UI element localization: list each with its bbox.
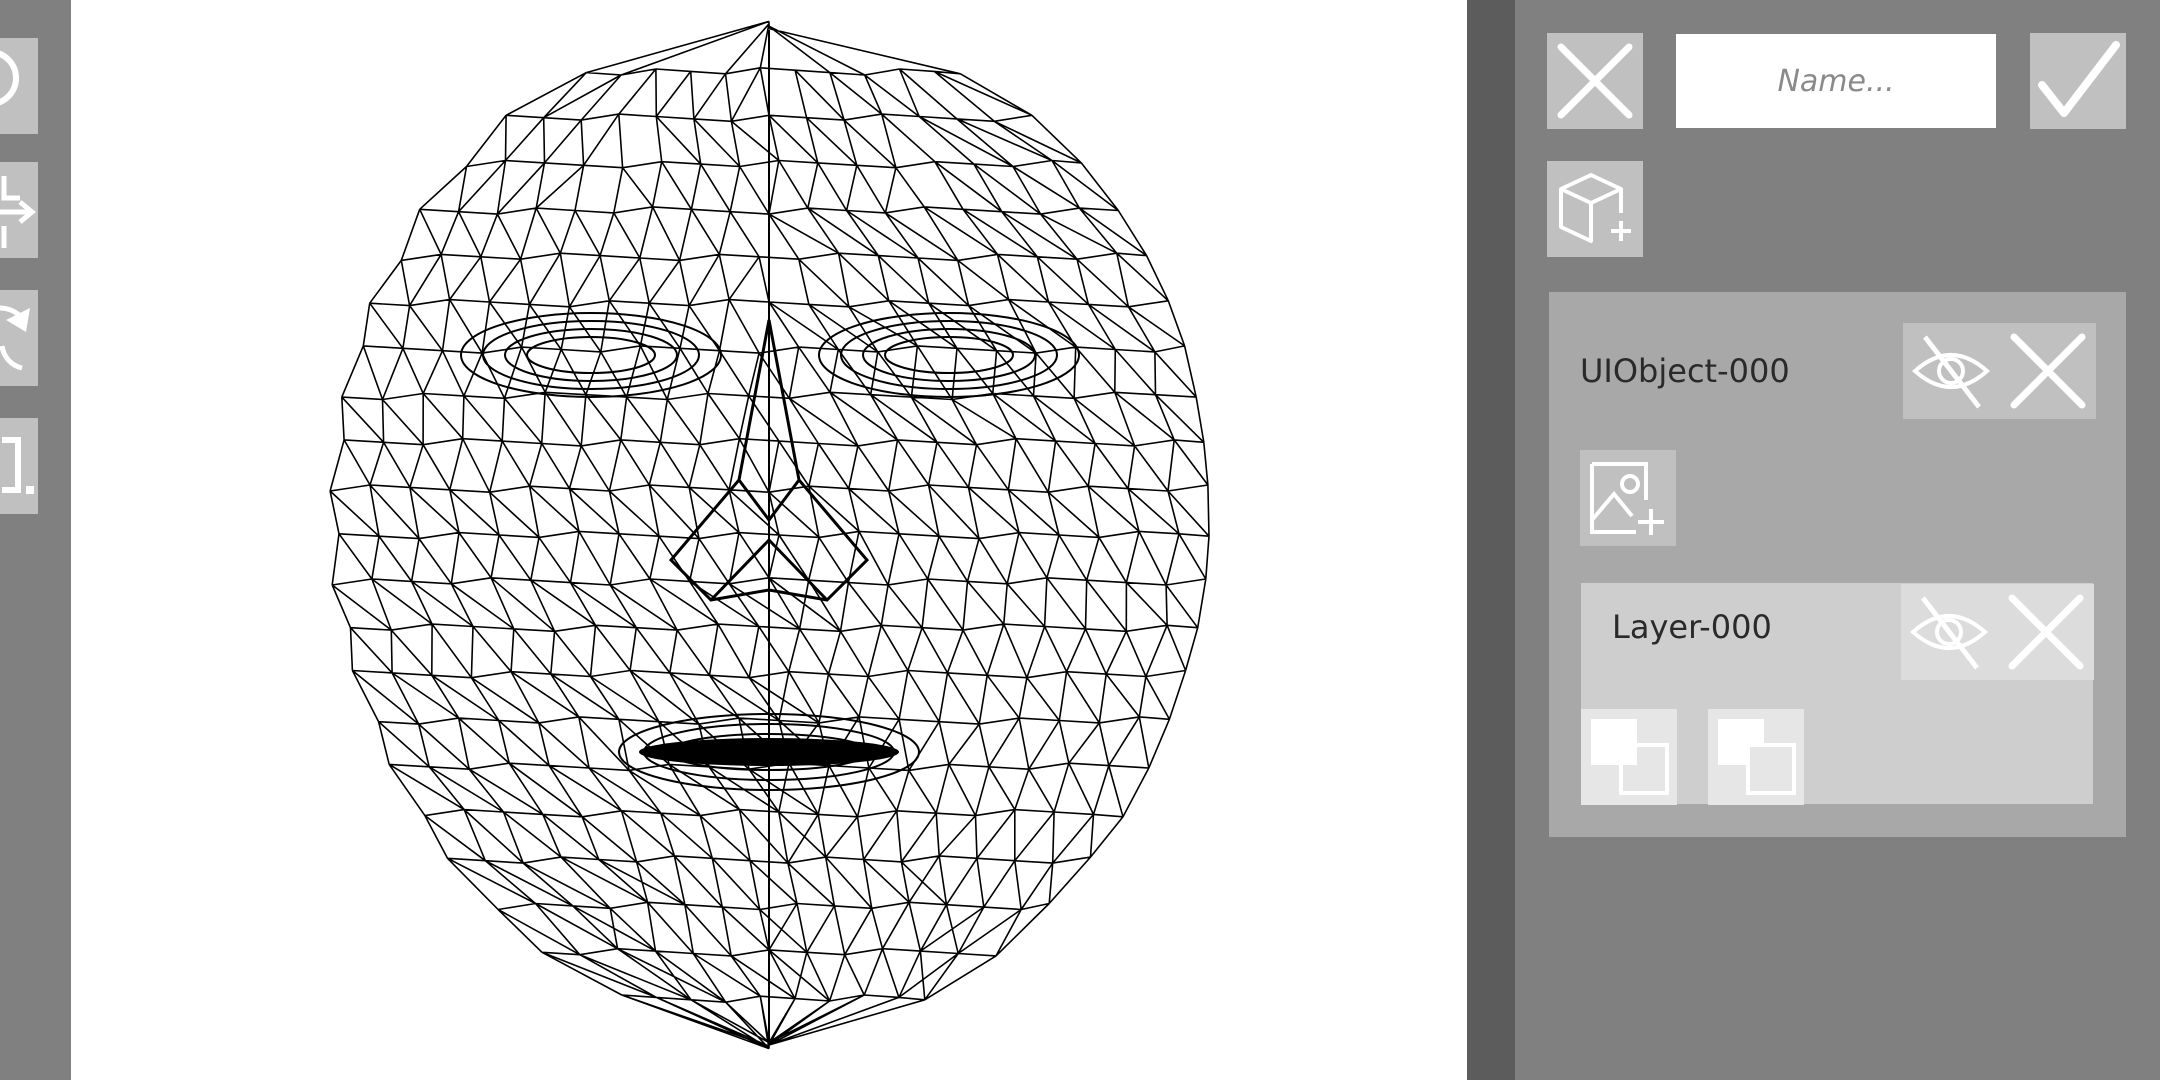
panel-divider[interactable] (1467, 0, 1515, 1080)
select-tool-button[interactable] (0, 38, 38, 134)
close-icon (2010, 333, 2086, 409)
close-icon (1557, 43, 1633, 119)
rotate-icon (0, 305, 30, 371)
checkmark-icon (2038, 41, 2120, 117)
object-actions (1903, 323, 2096, 419)
object-delete-button[interactable] (2000, 323, 2096, 419)
face-mesh-wireframe (329, 20, 1210, 1050)
object-card: UIObject-000 Layer-000 (1549, 292, 2126, 837)
confirm-button[interactable] (2030, 33, 2126, 129)
cube-add-icon (1559, 173, 1631, 243)
layer-actions (1901, 584, 2094, 680)
right-panel: UIObject-000 (1515, 0, 2160, 1080)
rotate-tool-button[interactable] (0, 290, 38, 386)
left-eye-mesh (460, 312, 722, 398)
object-title: UIObject-000 (1580, 352, 1790, 390)
right-eye-mesh (840, 320, 1058, 390)
viewport-canvas[interactable] (71, 0, 1467, 1080)
scale-tool-button[interactable] (0, 418, 38, 514)
send-to-back-button[interactable] (1708, 709, 1804, 805)
bring-to-front-button[interactable] (1581, 709, 1677, 805)
send-to-back-icon (1718, 719, 1796, 795)
eye-hidden-icon (1911, 335, 1991, 409)
add-object-button[interactable] (1547, 161, 1643, 257)
image-add-icon (1590, 462, 1664, 535)
left-eye-mesh (526, 336, 656, 374)
circle-icon (0, 50, 19, 106)
name-input[interactable] (1676, 34, 1996, 128)
layer-card: Layer-000 (1581, 583, 2094, 805)
bring-to-front-icon (1591, 719, 1669, 795)
move-tool-button[interactable] (0, 162, 38, 258)
eye-hidden-icon (1909, 596, 1989, 670)
move-arrow-icon (0, 176, 36, 248)
close-icon (2008, 594, 2084, 670)
left-toolbar (0, 0, 71, 1080)
layer-title: Layer-000 (1612, 608, 1772, 646)
scale-icon (2, 437, 34, 494)
layer-delete-button[interactable] (1998, 584, 2094, 680)
add-image-button[interactable] (1580, 450, 1676, 546)
right-eye-mesh (818, 312, 1080, 398)
cancel-button[interactable] (1547, 33, 1643, 129)
layer-visibility-toggle[interactable] (1901, 584, 1997, 680)
object-visibility-toggle[interactable] (1903, 323, 1999, 419)
